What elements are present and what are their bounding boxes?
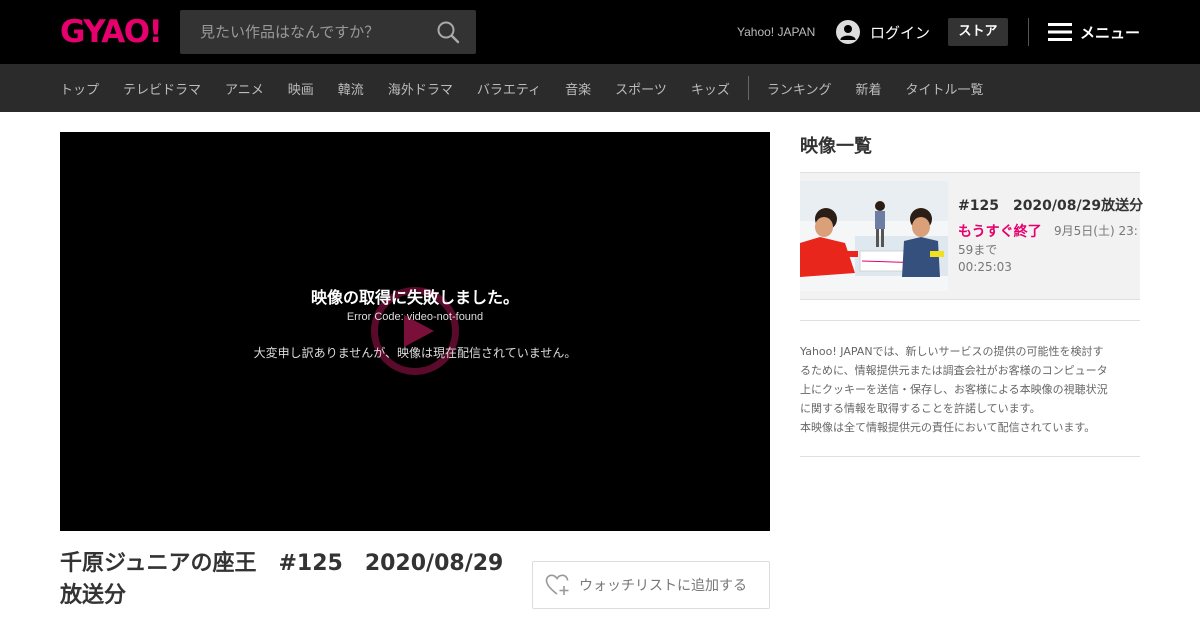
nav-item-korean[interactable]: 韓流 xyxy=(338,79,364,98)
cookie-notice: Yahoo! JAPANでは、新しいサービスの提供の可能性を検討す るために、情… xyxy=(800,342,1140,437)
category-nav: トップ テレビドラマ アニメ 映画 韓流 海外ドラマ バラエティ 音楽 スポーツ… xyxy=(0,64,1200,112)
nav-item-overseas-drama[interactable]: 海外ドラマ xyxy=(388,79,453,98)
menu-button[interactable]: メニュー xyxy=(1048,19,1140,45)
cookie-notice-line2: るために、情報提供元または調査会社がお客様のコンピュータ xyxy=(800,364,1108,377)
sidebar-divider xyxy=(800,320,1140,321)
sidebar-divider-bottom xyxy=(800,456,1140,457)
login-label: ログイン xyxy=(870,23,931,42)
episode-thumbnail[interactable] xyxy=(800,181,948,291)
search-input[interactable]: 見たい作品はなんですか？ xyxy=(180,10,476,54)
episode-title[interactable]: #125 2020/08/29放送分 xyxy=(958,195,1143,215)
episode-thumbnail-image xyxy=(800,181,948,291)
nav-item-tv-drama[interactable]: テレビドラマ xyxy=(123,79,201,98)
store-button[interactable]: ストア xyxy=(948,18,1008,46)
player-error-title: 映像の取得に失敗しました。 xyxy=(310,288,519,307)
cookie-notice-line1: Yahoo! JAPANでは、新しいサービスの提供の可能性を検討す xyxy=(800,345,1104,358)
header-divider xyxy=(1028,18,1029,46)
search-placeholder: 見たい作品はなんですか？ xyxy=(200,23,380,41)
gyao-logo[interactable]: GYAO! xyxy=(60,14,163,50)
search-icon[interactable] xyxy=(436,20,460,44)
nav-item-anime[interactable]: アニメ xyxy=(225,79,264,98)
player-error-message: 大変申し訳ありませんが、映像は現在配信されていません。 xyxy=(253,346,577,360)
yahoo-japan-link[interactable]: Yahoo! JAPAN xyxy=(737,0,815,64)
nav-item-title-list[interactable]: タイトル一覧 xyxy=(905,79,983,98)
header: GYAO! 見たい作品はなんですか？ Yahoo! JAPAN ログイン ストア… xyxy=(0,0,1200,64)
nav-item-kids[interactable]: キッズ xyxy=(691,79,730,98)
cookie-notice-line3: 上にクッキーを送信・保存し、お客様による本映像の視聴状況 xyxy=(800,383,1108,396)
nav-item-top[interactable]: トップ xyxy=(60,79,99,98)
user-icon xyxy=(836,20,860,44)
video-title-line1: 千原ジュニアの座王 #125 2020/08/29 xyxy=(60,551,504,576)
add-to-watchlist-button[interactable]: ウォッチリストに追加する xyxy=(532,561,770,609)
cookie-notice-line5: 本映像は全て情報提供元の責任において配信されています。 xyxy=(800,421,1096,434)
nav-separator xyxy=(747,76,749,100)
video-title: 千原ジュニアの座王 #125 2020/08/29 放送分 xyxy=(60,548,520,612)
nav-item-variety[interactable]: バラエティ xyxy=(477,79,541,98)
cookie-notice-line4: に関する情報を取得することを許諾しています。 xyxy=(800,402,1041,415)
hamburger-menu-icon xyxy=(1048,23,1072,41)
video-player[interactable]: 映像の取得に失敗しました。 Error Code: video-not-foun… xyxy=(60,132,770,531)
nav-item-sports[interactable]: スポーツ xyxy=(615,79,667,98)
episode-card[interactable]: #125 2020/08/29放送分 もうすぐ終了 9月5日(土) 23: 59… xyxy=(800,172,1143,300)
heart-plus-icon xyxy=(545,574,569,595)
episode-expiry-line1: 9月5日(土) 23: xyxy=(1054,224,1138,238)
nav-item-ranking[interactable]: ランキング xyxy=(767,79,832,98)
player-error-code: Error Code: video-not-found xyxy=(346,311,484,323)
watchlist-label: ウォッチリストに追加する xyxy=(579,578,747,594)
nav-item-new[interactable]: 新着 xyxy=(855,79,881,98)
episode-list-heading: 映像一覧 xyxy=(800,136,872,157)
episode-expiry-line2: 59まで xyxy=(958,243,998,257)
nav-item-music[interactable]: 音楽 xyxy=(565,79,591,98)
video-title-line2: 放送分 xyxy=(60,583,127,608)
menu-label: メニュー xyxy=(1080,23,1141,42)
nav-item-movie[interactable]: 映画 xyxy=(288,79,314,98)
episode-duration: 00:25:03 xyxy=(958,260,1012,274)
login-button[interactable]: ログイン xyxy=(836,19,930,45)
episode-expiry: 9月5日(土) 23: 59まで xyxy=(958,222,1140,260)
